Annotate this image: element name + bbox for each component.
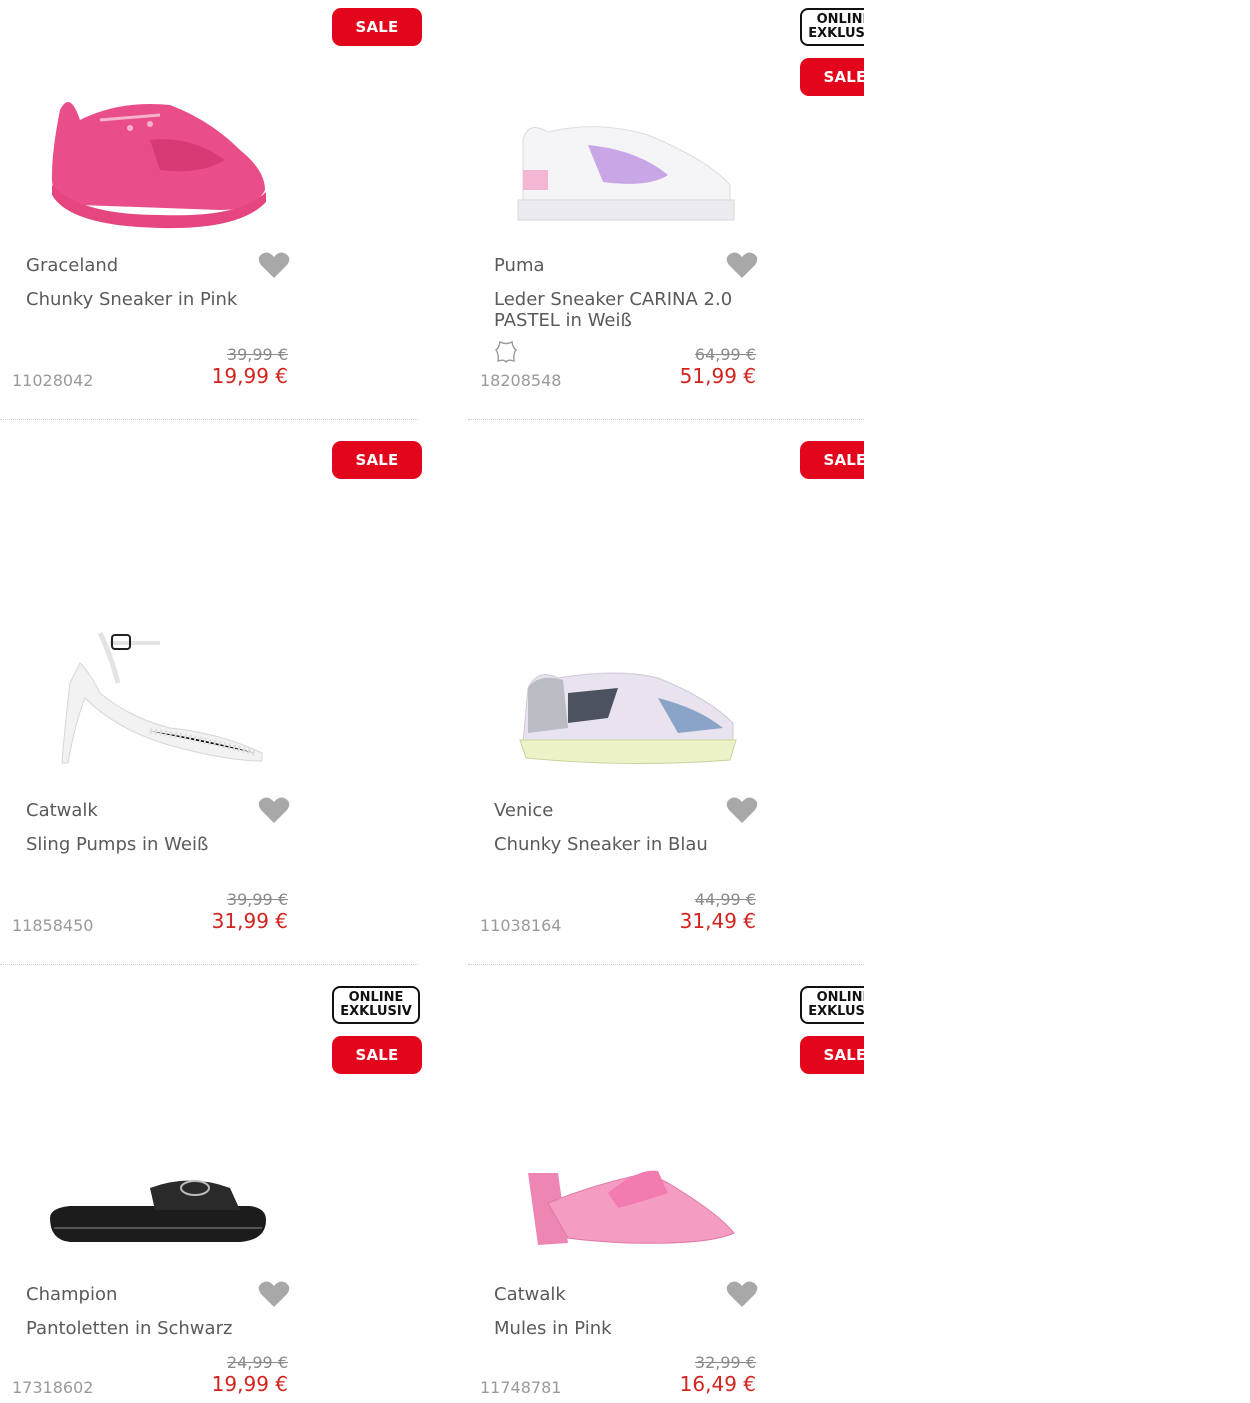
online-badge-line2: EXKLUSIV [808,1004,864,1019]
online-badge-line1: ONLINE [816,990,864,1005]
divider [468,964,864,965]
product-title[interactable]: Sling Pumps in Weiß [26,834,306,855]
online-exclusive-badge: ONLINE EXKLUSIV [332,986,420,1024]
white-sling-pump-icon [61,631,263,764]
product-title[interactable]: Chunky Sneaker in Blau [494,834,774,855]
sale-badge: SALE [332,8,422,46]
old-price: 24,99 € [226,1353,288,1372]
badge-group: ONLINE EXKLUSIV SALE [800,8,864,96]
sale-badge: SALE [800,1036,864,1074]
product-image[interactable] [508,90,748,250]
old-price: 64,99 € [694,345,756,364]
product-card[interactable]: ONLINE EXKLUSIV SALE Champion Pantolette… [0,978,422,1403]
sale-price: 19,99 € [211,1372,288,1396]
product-card[interactable]: SALE Catwalk Sling Pumps in Weiß 39,99 €… [0,433,422,965]
badge-group: ONLINE EXKLUSIV SALE [800,986,864,1074]
product-brand[interactable]: Champion [26,1284,117,1305]
product-sku: 11748781 [480,1378,562,1397]
product-sku: 11858450 [12,916,94,935]
blue-chunky-sneaker-icon [519,672,737,765]
sale-badge: SALE [332,1036,422,1074]
wishlist-heart-icon[interactable] [258,1280,290,1308]
product-brand[interactable]: Puma [494,255,545,276]
white-lilac-sneaker-icon [517,126,735,221]
product-card[interactable]: ONLINE EXKLUSIV SALE Puma Leder Sneaker … [468,0,864,420]
product-card[interactable]: SALE Venice Chunky Sneaker in Blau 44,99… [468,433,864,965]
badge-group: SALE [800,441,864,479]
product-card[interactable]: ONLINE EXKLUSIV SALE Catwalk Mules in Pi… [468,978,864,1403]
black-slide-icon [50,1180,266,1242]
online-badge-line1: ONLINE [348,990,404,1005]
product-title[interactable]: Leder Sneaker CARINA 2.0 PASTEL in Weiß [494,289,774,331]
product-title[interactable]: Chunky Sneaker in Pink [26,289,306,310]
wishlist-heart-icon[interactable] [258,796,290,824]
online-exclusive-badge: ONLINE EXKLUSIV [800,986,864,1024]
leather-icon [494,340,518,364]
online-exclusive-badge: ONLINE EXKLUSIV [800,8,864,46]
old-price: 39,99 € [226,345,288,364]
product-brand[interactable]: Catwalk [26,800,98,821]
product-title[interactable]: Pantoletten in Schwarz [26,1318,306,1339]
sale-badge: SALE [800,441,864,479]
product-image[interactable] [40,80,280,240]
divider [0,419,418,420]
old-price: 32,99 € [694,1353,756,1372]
old-price: 39,99 € [226,890,288,909]
divider [0,964,418,965]
sale-price: 16,49 € [679,1372,756,1396]
sale-badge: SALE [800,58,864,96]
pink-chunky-sneaker-icon [51,102,266,229]
product-sku: 11038164 [480,916,562,935]
wishlist-heart-icon[interactable] [726,251,758,279]
product-grid: SALE Graceland Chunky Sneaker in Pink 39… [0,0,864,1403]
divider [468,419,864,420]
sale-price: 31,49 € [679,909,756,933]
wishlist-heart-icon[interactable] [258,251,290,279]
sale-price: 51,99 € [679,364,756,388]
product-brand[interactable]: Graceland [26,255,118,276]
product-title[interactable]: Mules in Pink [494,1318,774,1339]
product-brand[interactable]: Catwalk [494,1284,566,1305]
product-sku: 17318602 [12,1378,94,1397]
badge-group: SALE [332,8,422,46]
wishlist-heart-icon[interactable] [726,1280,758,1308]
wishlist-heart-icon[interactable] [726,796,758,824]
online-badge-line2: EXKLUSIV [808,26,864,41]
product-sku: 18208548 [480,371,562,390]
pink-mule-icon [528,1170,735,1245]
product-image[interactable] [40,613,280,773]
badge-group: ONLINE EXKLUSIV SALE [332,986,422,1074]
sale-price: 31,99 € [211,909,288,933]
product-card[interactable]: SALE Graceland Chunky Sneaker in Pink 39… [0,0,422,420]
product-brand[interactable]: Venice [494,800,553,821]
sale-price: 19,99 € [211,364,288,388]
product-sku: 11028042 [12,371,94,390]
product-image[interactable] [508,648,748,808]
online-badge-line1: ONLINE [816,12,864,27]
badge-group: SALE [332,441,422,479]
sale-badge: SALE [332,441,422,479]
online-badge-line2: EXKLUSIV [340,1004,412,1019]
old-price: 44,99 € [694,890,756,909]
